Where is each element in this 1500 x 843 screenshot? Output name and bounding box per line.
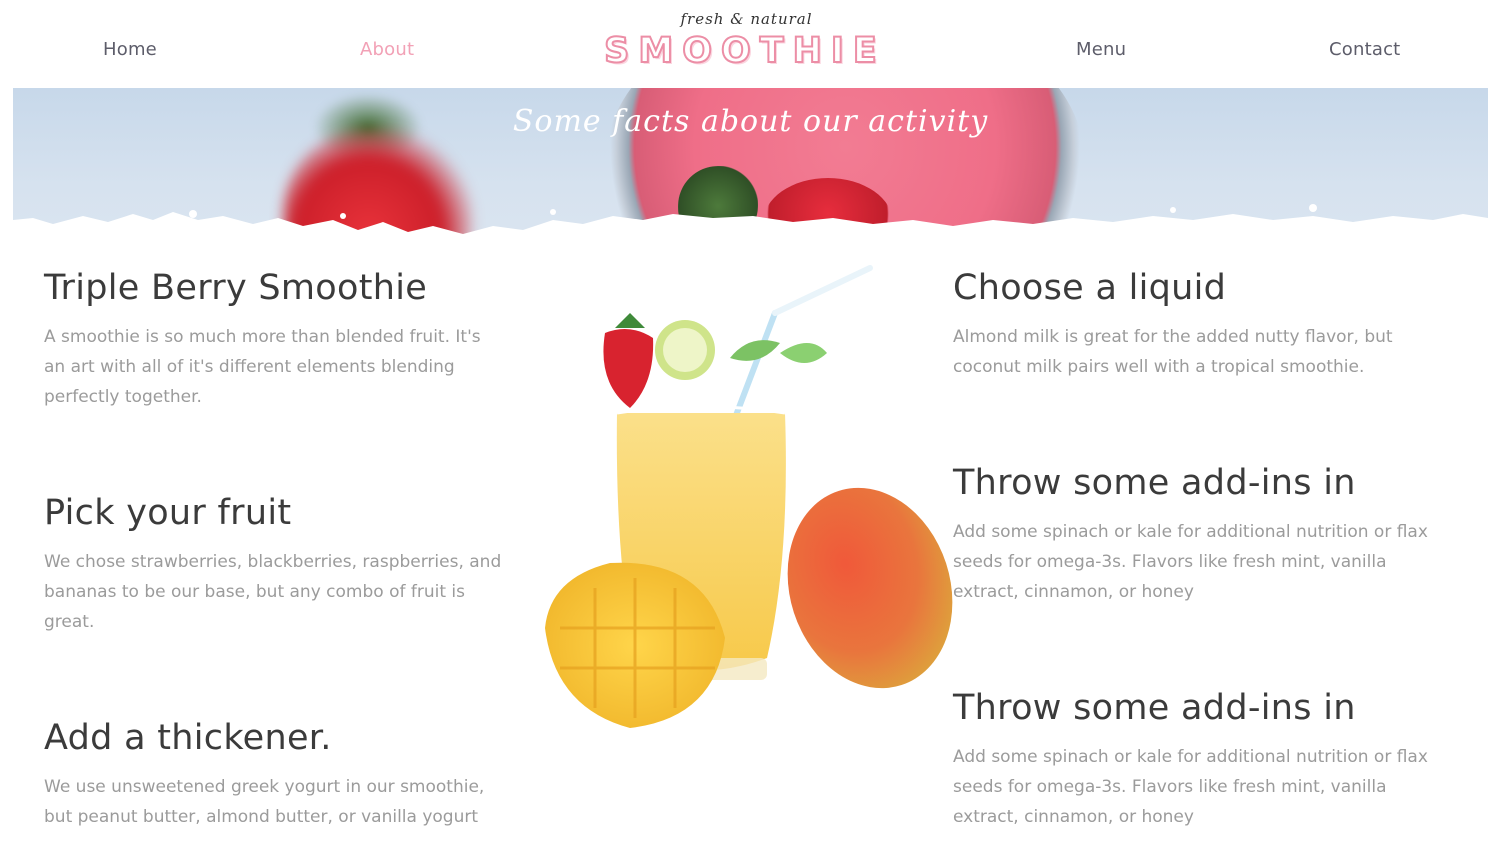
logo-tagline: fresh & natural	[680, 10, 813, 28]
nav-menu-link[interactable]: Menu	[1076, 39, 1126, 60]
nav-home-link[interactable]: Home	[103, 39, 157, 60]
block-text: Almond milk is great for the added nutty…	[953, 327, 1393, 377]
mango-smoothie-image	[545, 265, 953, 728]
block-heading: Add a thickener.	[44, 718, 332, 758]
block-heading: Throw some add-ins in	[953, 463, 1356, 503]
content-block: Throw some add-ins in Add some spinach o…	[953, 688, 1453, 832]
block-heading: Choose a liquid	[953, 268, 1227, 308]
block-text: Add some spinach or kale for additional …	[953, 522, 1428, 602]
block-text: A smoothie is so much more than blended …	[44, 327, 481, 407]
content-block: Triple Berry Smoothie A smoothie is so m…	[44, 268, 504, 412]
content-block: Throw some add-ins in Add some spinach o…	[953, 463, 1453, 607]
content-block: Pick your fruit We chose strawberries, b…	[44, 493, 504, 637]
logo-brand: SMOOTHIE	[603, 30, 886, 72]
site-logo[interactable]: fresh & natural SMOOTHIE	[600, 10, 890, 72]
block-heading: Throw some add-ins in	[953, 688, 1356, 728]
block-heading: Pick your fruit	[44, 493, 292, 533]
content-block: Choose a liquid Almond milk is great for…	[953, 268, 1453, 382]
block-text: We use unsweetened greek yogurt in our s…	[44, 777, 485, 827]
block-text: We chose strawberries, blackberries, ras…	[44, 552, 502, 632]
paint-splash-divider	[13, 204, 1488, 250]
content-block: Add a thickener. We use unsweetened gree…	[44, 718, 504, 832]
nav-contact-link[interactable]: Contact	[1329, 39, 1400, 60]
banner-title: Some facts about our activity	[512, 104, 989, 139]
top-navigation: Home About fresh & natural SMOOTHIE Menu…	[0, 0, 1500, 88]
block-text: Add some spinach or kale for additional …	[953, 747, 1428, 827]
hero-banner: Some facts about our activity	[13, 88, 1488, 250]
nav-about-link[interactable]: About	[360, 39, 414, 60]
block-heading: Triple Berry Smoothie	[44, 268, 428, 308]
